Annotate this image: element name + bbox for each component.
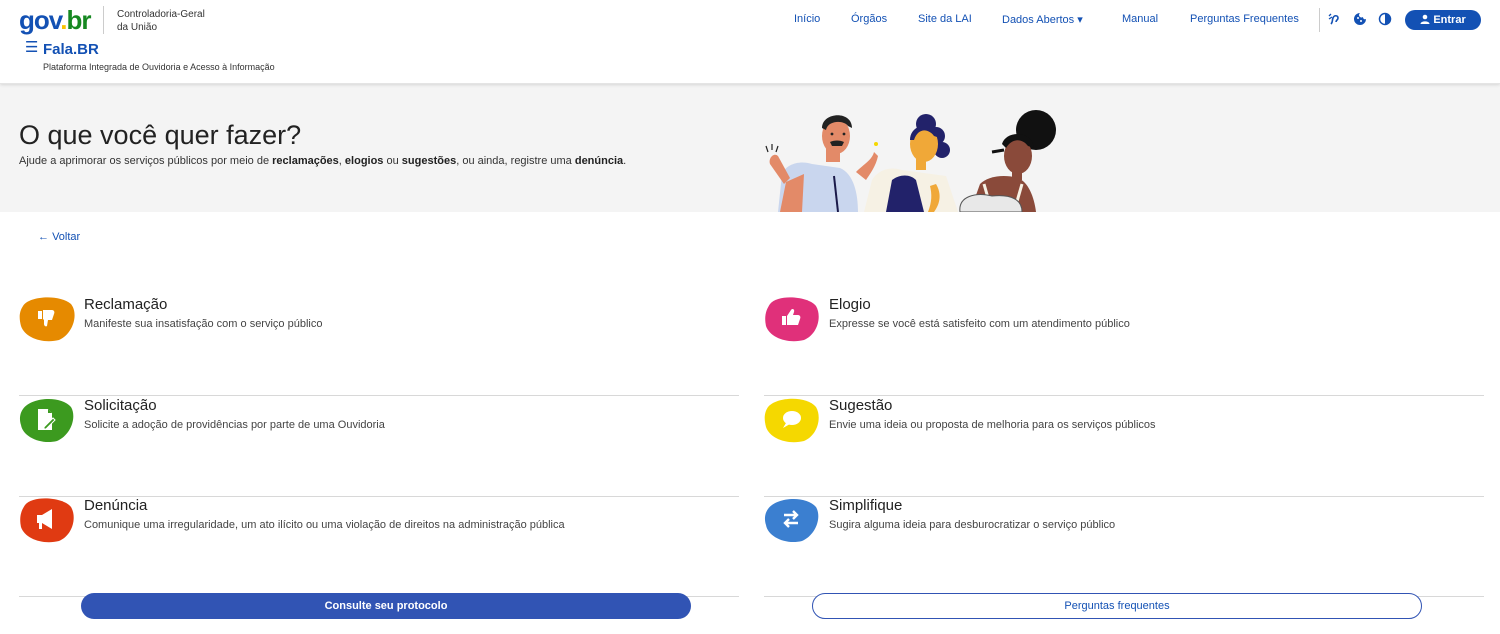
faq-button[interactable]: Perguntas frequentes	[812, 593, 1422, 619]
page-title: O que você quer fazer?	[19, 120, 302, 150]
govbr-logo[interactable]: gov.br	[19, 5, 92, 36]
arrows-exchange-icon	[764, 498, 819, 543]
arrow-left-icon: ←	[38, 231, 49, 243]
nav-orgaos[interactable]: Órgãos	[851, 13, 887, 25]
option-card-solicitacao[interactable]: Solicitação Solicite a adoção de providê…	[19, 397, 739, 497]
cookie-icon[interactable]	[1353, 12, 1367, 26]
nav-site-lai[interactable]: Site da LAI	[918, 13, 972, 25]
megaphone-icon	[20, 498, 74, 543]
option-card-simplifique[interactable]: Simplifique Sugira alguma ideia para des…	[764, 497, 1484, 597]
hero-banner: O que você quer fazer? Ajude a aprimorar…	[0, 84, 1500, 212]
nav-manual[interactable]: Manual	[1122, 13, 1158, 25]
thumbs-up-icon	[765, 297, 819, 342]
card-description: Solicite a adoção de providências por pa…	[84, 419, 385, 431]
app-subtitle: Plataforma Integrada de Ouvidoria e Aces…	[43, 62, 275, 72]
nav-dados-abertos[interactable]: Dados Abertos ▾	[1002, 13, 1083, 26]
card-description: Comunique uma irregularidade, um ato ilí…	[84, 519, 565, 531]
accessibility-icon[interactable]	[1327, 12, 1341, 26]
option-card-sugestao[interactable]: Sugestão Envie uma ideia ou proposta de …	[764, 397, 1484, 497]
card-title: Solicitação	[84, 397, 157, 414]
nav-perguntas-frequentes[interactable]: Perguntas Frequentes	[1190, 13, 1299, 25]
chat-bubble-icon	[764, 398, 819, 443]
card-title: Elogio	[829, 296, 871, 313]
card-title: Denúncia	[84, 497, 148, 514]
card-title: Simplifique	[829, 497, 903, 514]
nav-divider	[1319, 8, 1320, 32]
option-card-elogio[interactable]: Elogio Expresse se você está satisfeito …	[764, 296, 1484, 396]
card-description: Manifeste sua insatisfação com o serviço…	[84, 318, 323, 330]
login-button[interactable]: Entrar	[1405, 10, 1481, 30]
card-title: Sugestão	[829, 397, 893, 414]
people-illustration	[765, 110, 1056, 212]
document-edit-icon	[19, 398, 74, 443]
chevron-down-icon: ▾	[1077, 14, 1083, 26]
card-description: Sugira alguma ideia para desburocratizar…	[829, 519, 1116, 531]
nav-inicio[interactable]: Início	[794, 13, 820, 25]
back-link[interactable]: ← Voltar	[38, 231, 80, 243]
card-title: Reclamação	[84, 296, 168, 313]
card-description: Envie uma ideia ou proposta de melhoria …	[829, 419, 1156, 431]
contrast-icon[interactable]	[1378, 12, 1392, 26]
hamburger-menu-icon[interactable]: ☰	[25, 40, 38, 55]
option-card-reclamacao[interactable]: Reclamação Manifeste sua insatisfação co…	[19, 296, 739, 396]
user-icon	[1420, 14, 1430, 24]
thumbs-down-icon	[19, 297, 75, 342]
page-description: Ajude a aprimorar os serviços públicos p…	[19, 155, 627, 167]
app-title[interactable]: Fala.BR	[43, 41, 99, 58]
consult-protocol-button[interactable]: Consulte seu protocolo	[81, 593, 691, 619]
logo-divider	[103, 6, 104, 34]
option-card-denuncia[interactable]: Denúncia Comunique uma irregularidade, u…	[19, 497, 739, 597]
org-name: Controladoria-Geral da União	[117, 9, 205, 33]
header: gov.br Controladoria-Geral da União ☰ Fa…	[0, 0, 1500, 84]
card-description: Expresse se você está satisfeito com um …	[829, 318, 1130, 330]
